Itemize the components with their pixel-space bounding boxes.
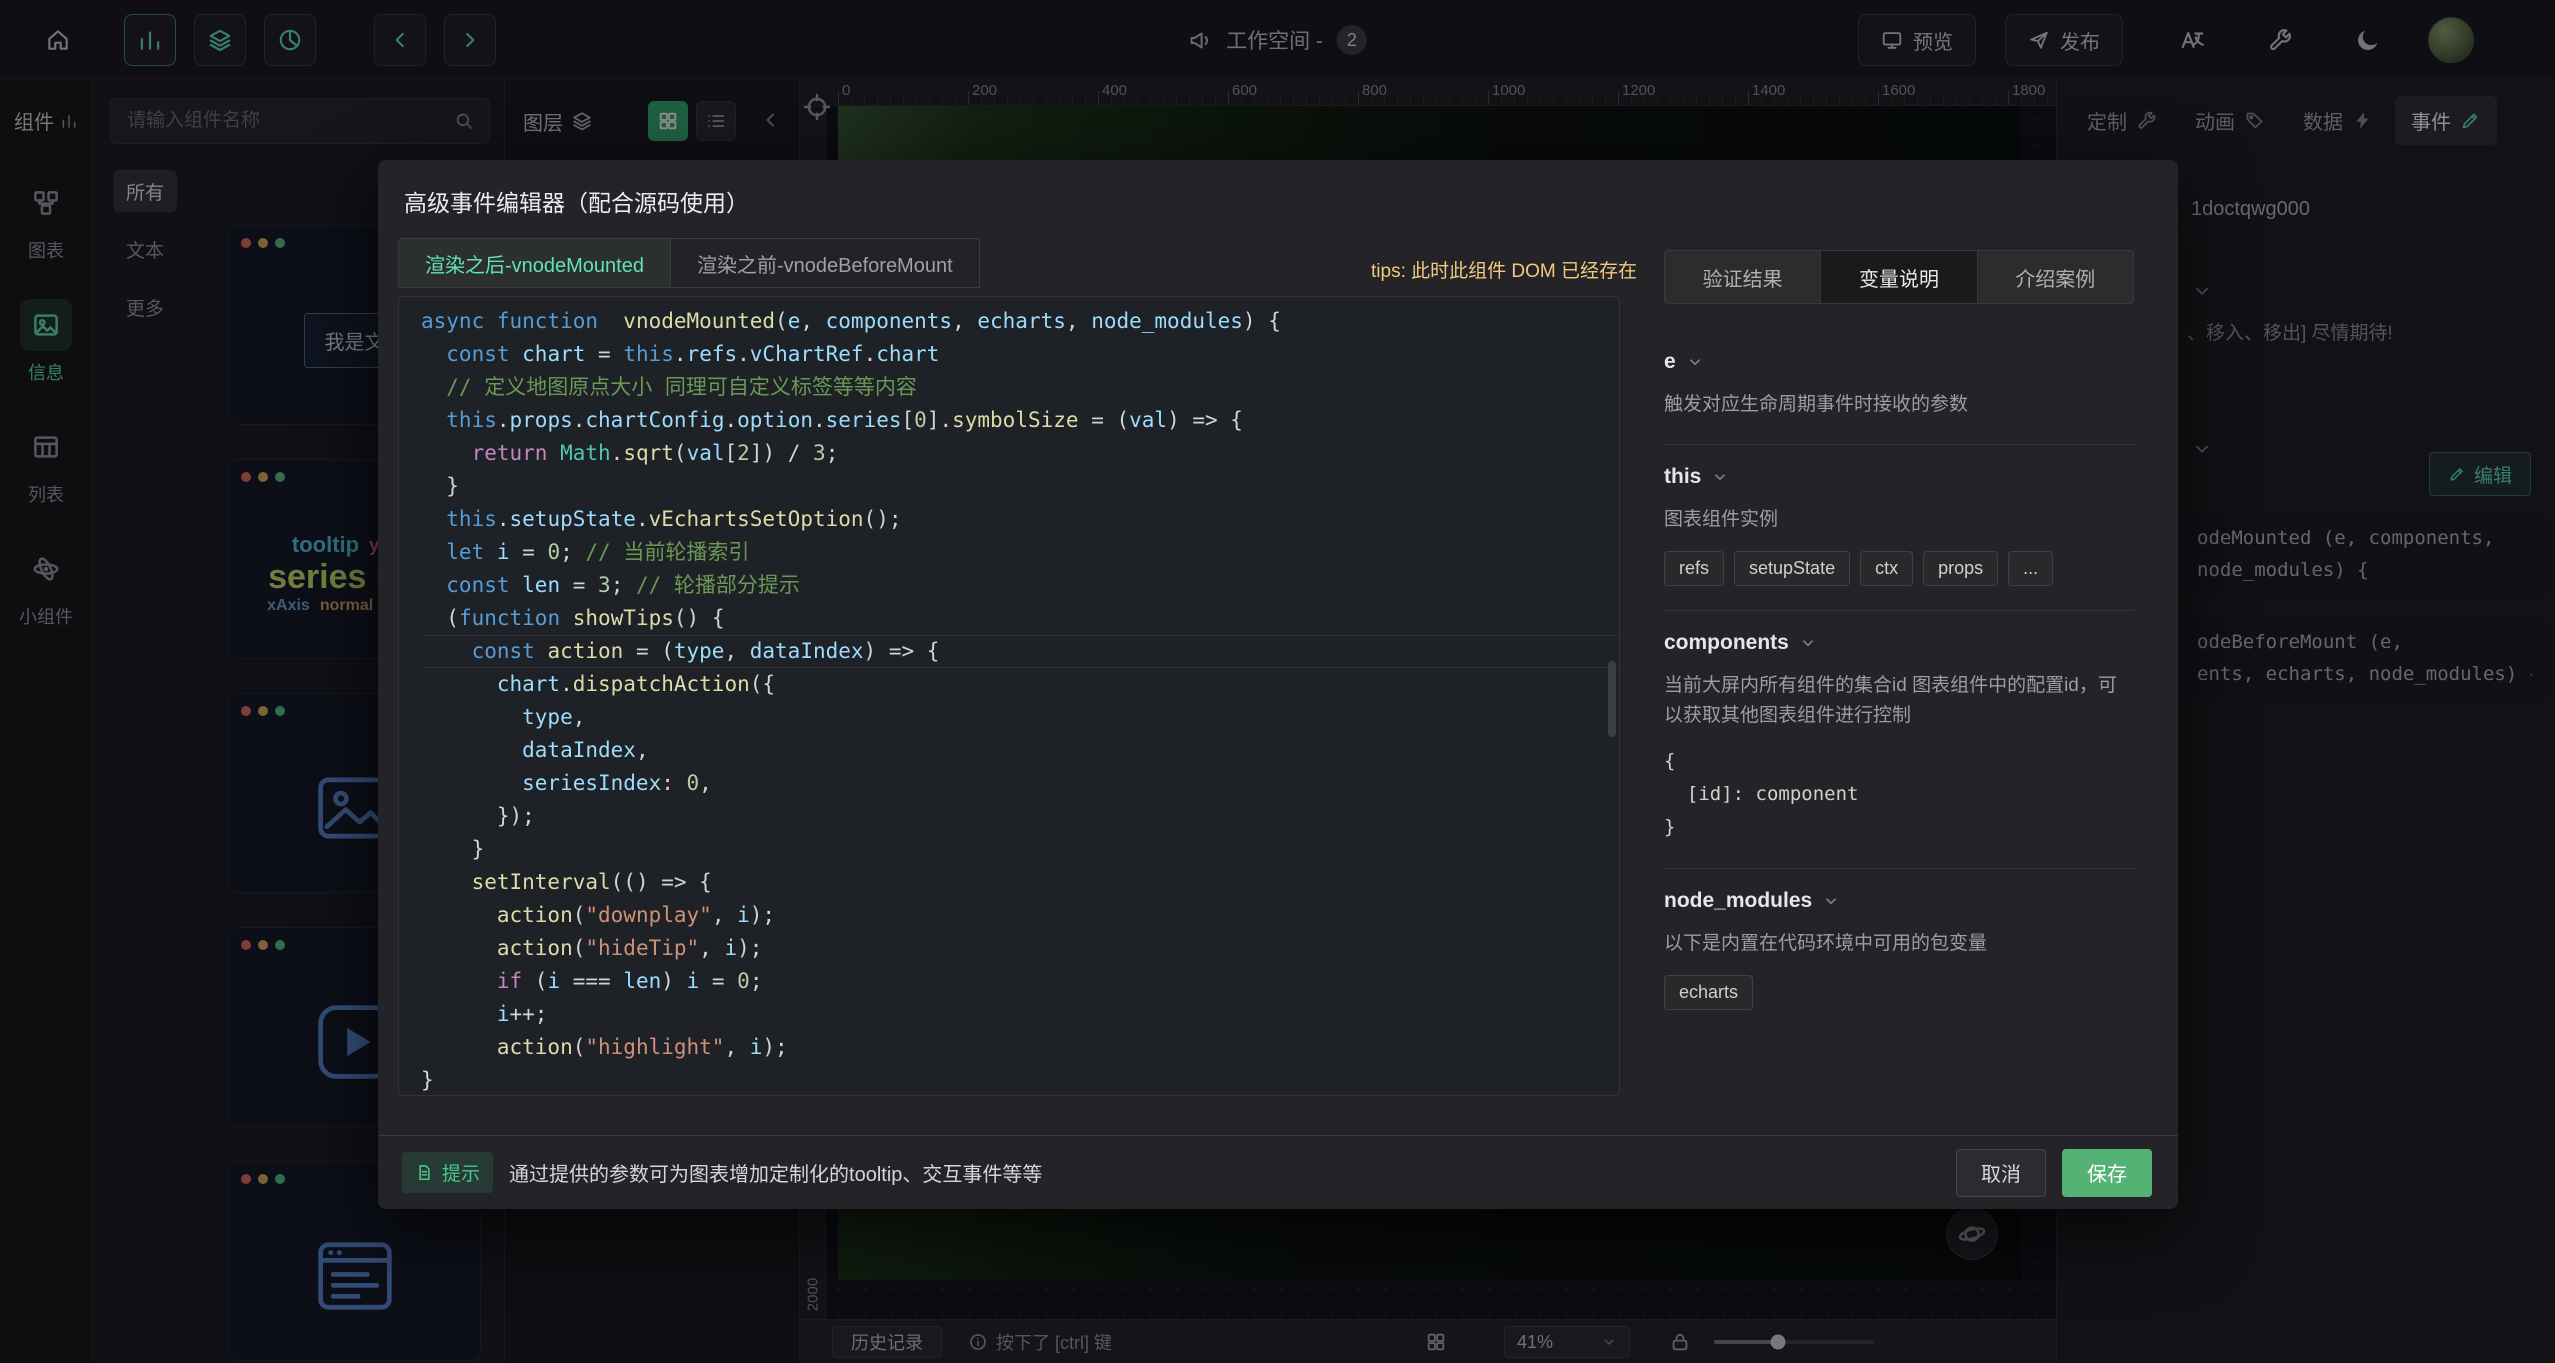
docs-tab-验证结果[interactable]: 验证结果 [1665,251,1820,303]
code-line: } [421,470,1619,503]
code-line: }); [421,800,1619,833]
doc-section-header[interactable]: e [1664,350,2134,374]
doc-section-tags: refs setupState ctx props... [1664,551,2134,586]
code-line: const action = (type, dataIndex) => { [421,635,1619,668]
code-line: action("downplay", i); [421,899,1619,932]
code-line: this.props.chartConfig.option.series[0].… [421,404,1619,437]
doc-section-desc: 当前大屏内所有组件的集合id 图表组件中的配置id，可以获取其他图表组件进行控制 [1664,671,2134,731]
code-line: } [421,1064,1619,1096]
doc-section-this: this 图表组件实例 refs setupState ctx props... [1664,445,2134,611]
lifecycle-tabs: 渲染之后-vnodeMounted渲染之前-vnodeBeforeMount [398,238,980,288]
doc-section-name: node_modules [1664,889,1812,913]
doc-section-e: e 触发对应生命周期事件时接收的参数 [1664,330,2134,445]
document-icon [415,1163,434,1182]
hint-badge: 提示 [402,1152,493,1193]
doc-section-desc: 图表组件实例 [1664,505,2134,535]
code-line: const len = 3; // 轮播部分提示 [421,569,1619,602]
modal-title: 高级事件编辑器（配合源码使用） [404,184,749,218]
chevron-down-icon [1711,468,1729,486]
docs-tab-介绍案例[interactable]: 介绍案例 [1977,251,2133,303]
code-line: async function vnodeMounted(e, component… [421,305,1619,338]
param-chip: props [1923,551,1998,586]
doc-section-desc: 触发对应生命周期事件时接收的参数 [1664,390,2134,420]
code-line: } [421,833,1619,866]
code-line: return Math.sqrt(val[2]) / 3; [421,437,1619,470]
param-chip: setupState [1734,551,1850,586]
modal-footer: 提示 通过提供的参数可为图表增加定制化的tooltip、交互事件等等 取消 保存 [378,1135,2178,1209]
event-editor-modal: 高级事件编辑器（配合源码使用） 渲染之后-vnodeMounted渲染之前-vn… [378,160,2178,1209]
chevron-down-icon [1686,353,1704,371]
code-line: type, [421,701,1619,734]
code-line: const chart = this.refs.vChartRef.chart [421,338,1619,371]
doc-section-name: this [1664,465,1701,489]
param-chip: refs [1664,551,1724,586]
editor-scrollbar[interactable] [1608,661,1616,737]
code-editor-lines: async function vnodeMounted(e, component… [421,305,1619,1096]
doc-section-name: components [1664,631,1789,655]
lifecycle-tab-before-mount[interactable]: 渲染之前-vnodeBeforeMount [671,238,980,288]
docs-panel: 验证结果变量说明介绍案例 e 触发对应生命周期事件时接收的参数 this 图表组件实例… [1664,250,2158,1118]
code-line: seriesIndex: 0, [421,767,1619,800]
lifecycle-tab-mounted[interactable]: 渲染之后-vnodeMounted [398,238,671,288]
doc-section-header[interactable]: components [1664,631,2134,655]
docs-tab-变量说明[interactable]: 变量说明 [1820,251,1976,303]
chevron-down-icon [1822,892,1840,910]
doc-section-name: e [1664,350,1676,374]
code-line: action("highlight", i); [421,1031,1619,1064]
code-line: chart.dispatchAction({ [421,668,1619,701]
docs-tabs: 验证结果变量说明介绍案例 [1664,250,2134,304]
chevron-down-icon [1799,634,1817,652]
code-line: i++; [421,998,1619,1031]
code-line: (function showTips() { [421,602,1619,635]
doc-section-code: { [id]: component } [1664,745,2134,844]
param-chip: echarts [1664,975,1753,1010]
doc-section-header[interactable]: node_modules [1664,889,2134,913]
code-line: // 定义地图原点大小 同理可自定义标签等等内容 [421,371,1619,404]
hint-badge-label: 提示 [442,1159,480,1186]
doc-section-tags: echarts [1664,975,2134,1010]
code-editor[interactable]: async function vnodeMounted(e, component… [398,296,1620,1096]
docs-sections: e 触发对应生命周期事件时接收的参数 this 图表组件实例 refs setupStat… [1664,330,2134,1034]
param-chip: ctx [1860,551,1913,586]
code-line: let i = 0; // 当前轮播索引 [421,536,1619,569]
code-line: action("hideTip", i); [421,932,1619,965]
doc-section-desc: 以下是内置在代码环境中可用的包变量 [1664,929,2134,959]
doc-section-node_modules: node_modules 以下是内置在代码环境中可用的包变量 echarts [1664,869,2134,1034]
modal-actions: 取消 保存 [1956,1149,2152,1197]
save-button[interactable]: 保存 [2062,1149,2152,1197]
code-line: if (i === len) i = 0; [421,965,1619,998]
doc-section-header[interactable]: this [1664,465,2134,489]
code-line: setInterval(() => { [421,866,1619,899]
param-chip: ... [2008,551,2053,586]
hint-text: 通过提供的参数可为图表增加定制化的tooltip、交互事件等等 [509,1158,1042,1187]
modal-tips-text: tips: 此时此组件 DOM 已经存在 [1371,256,1637,283]
code-line: dataIndex, [421,734,1619,767]
code-line: this.setupState.vEchartsSetOption(); [421,503,1619,536]
cancel-button[interactable]: 取消 [1956,1149,2046,1197]
doc-section-components: components 当前大屏内所有组件的集合id 图表组件中的配置id，可以获取… [1664,611,2134,869]
app-root: 工作空间 - 2 预览 发布 组件 图表信息列表小组件 [0,0,2555,1363]
